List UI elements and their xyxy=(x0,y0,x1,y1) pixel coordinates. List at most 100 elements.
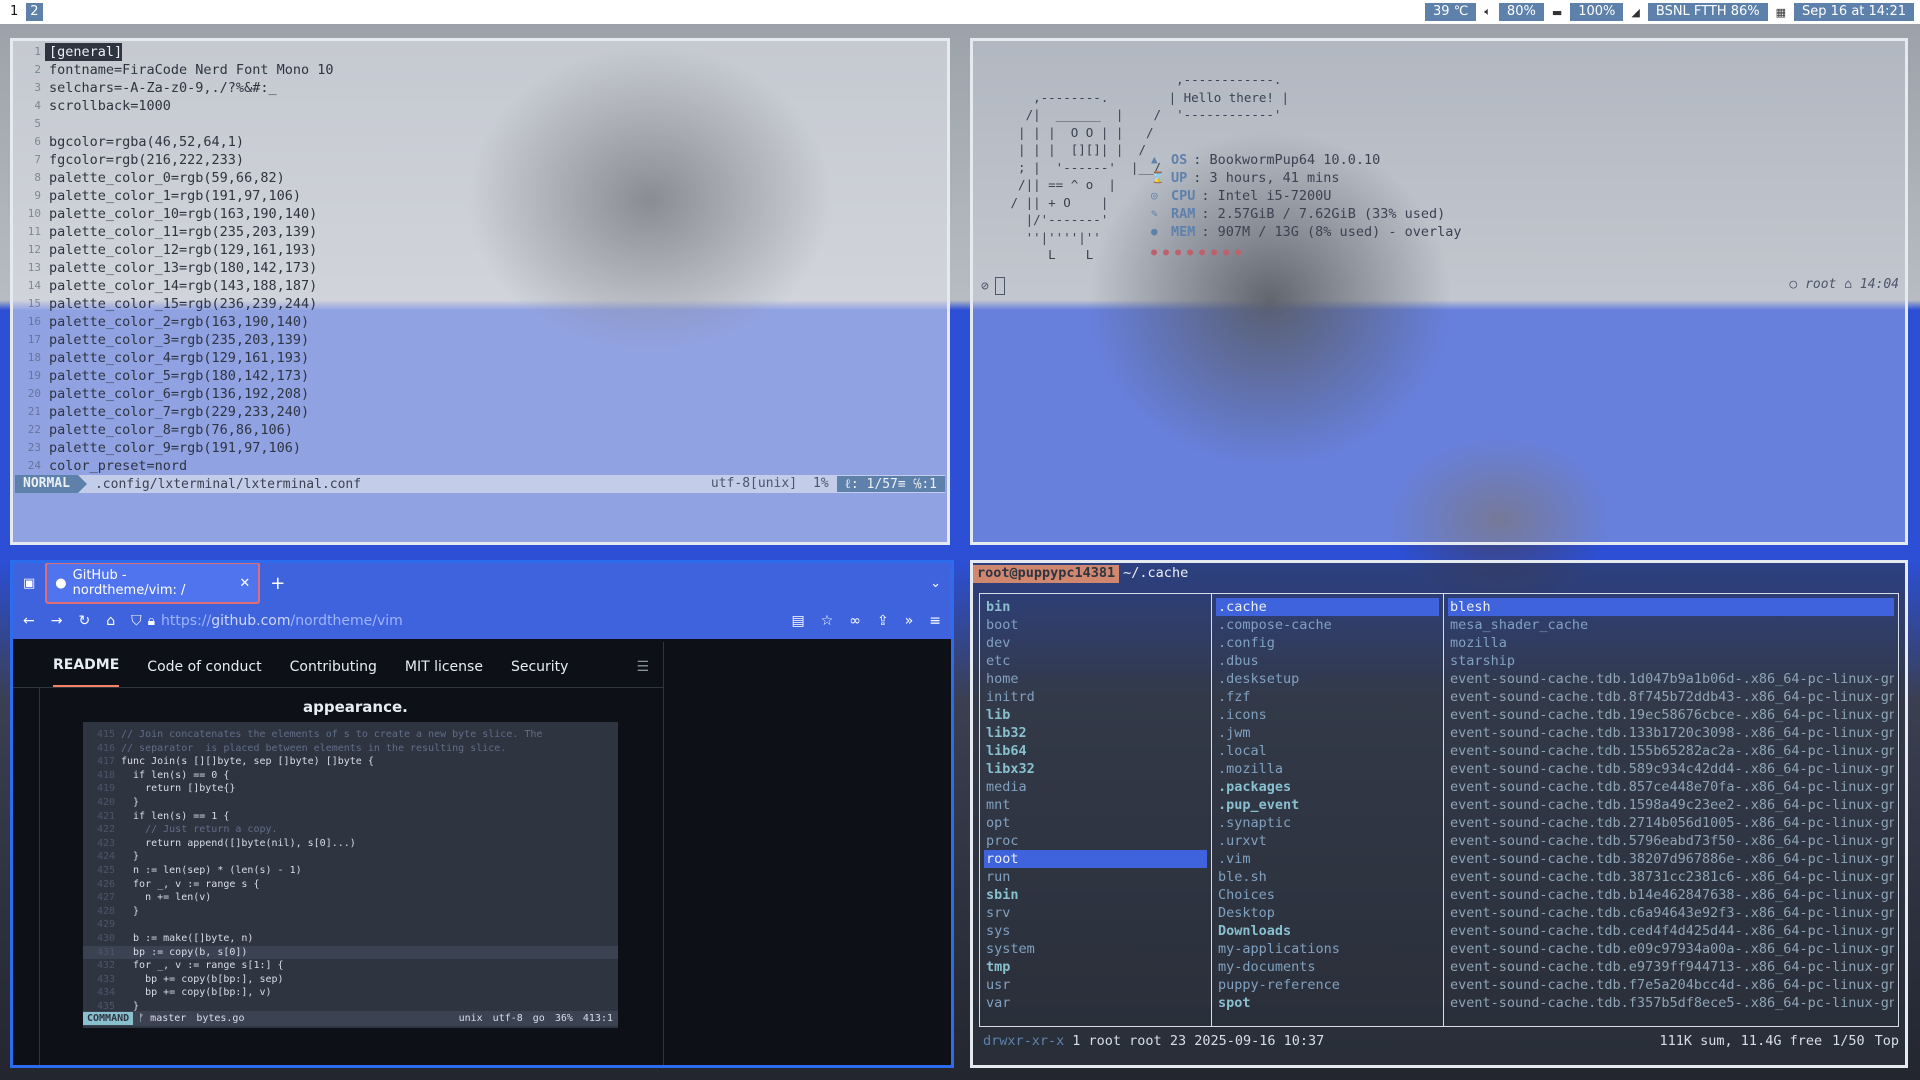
lock-icon[interactable]: 🔒︎ xyxy=(148,613,155,629)
brightness-indicator[interactable]: 100% xyxy=(1570,3,1624,21)
ranger-entry[interactable]: event-sound-cache.tdb.5796eabd73f50-.x86… xyxy=(1448,832,1894,850)
ranger-entry[interactable]: .icons xyxy=(1216,706,1439,724)
ranger-entry[interactable]: srv xyxy=(984,904,1207,922)
ranger-entry[interactable]: opt xyxy=(984,814,1207,832)
extension-icon[interactable]: ∞ xyxy=(849,613,861,629)
ranger-entry[interactable]: .vim xyxy=(1216,850,1439,868)
tab-list-icon[interactable]: ▣ xyxy=(23,576,35,591)
bookmark-star-icon[interactable]: ☆ xyxy=(821,613,834,629)
ranger-current-column[interactable]: .cache .compose-cache .config .dbus .deskset… xyxy=(1212,594,1444,1026)
shield-icon[interactable]: ⛉ xyxy=(131,613,142,629)
ranger-entry[interactable]: initrd xyxy=(984,688,1207,706)
ranger-entry[interactable]: root xyxy=(984,850,1207,868)
ranger-entry[interactable]: boot xyxy=(984,616,1207,634)
volume-indicator[interactable]: 80% xyxy=(1498,3,1544,21)
ranger-entry[interactable]: usr xyxy=(984,976,1207,994)
ranger-entry[interactable]: event-sound-cache.tdb.f357b5df8ece5-.x86… xyxy=(1448,994,1894,1012)
reload-icon[interactable]: ↻ xyxy=(78,613,90,629)
ranger-entry[interactable]: event-sound-cache.tdb.19ec58676cbce-.x86… xyxy=(1448,706,1894,724)
ranger-entry[interactable]: .desksetup xyxy=(1216,670,1439,688)
ranger-entry[interactable]: .dbus xyxy=(1216,652,1439,670)
ranger-entry[interactable]: Desktop xyxy=(1216,904,1439,922)
ranger-entry[interactable]: lib64 xyxy=(984,742,1207,760)
ranger-entry[interactable]: libx32 xyxy=(984,760,1207,778)
ranger-entry[interactable]: event-sound-cache.tdb.1598a49c23ee2-.x86… xyxy=(1448,796,1894,814)
ranger-entry[interactable]: media xyxy=(984,778,1207,796)
ranger-entry[interactable]: starship xyxy=(1448,652,1894,670)
home-icon[interactable]: ⌂ xyxy=(106,613,115,629)
ranger-entry[interactable]: .synaptic xyxy=(1216,814,1439,832)
ranger-entry[interactable]: Choices xyxy=(1216,886,1439,904)
ranger-entry[interactable]: tmp xyxy=(984,958,1207,976)
ranger-entry[interactable]: puppy-reference xyxy=(1216,976,1439,994)
ranger-entry[interactable]: sys xyxy=(984,922,1207,940)
ranger-entry[interactable]: proc xyxy=(984,832,1207,850)
ranger-entry[interactable]: spot xyxy=(1216,994,1439,1012)
ranger-entry[interactable]: .config xyxy=(1216,634,1439,652)
ranger-entry[interactable]: blesh xyxy=(1448,598,1894,616)
ranger-entry[interactable]: lib xyxy=(984,706,1207,724)
outline-list-icon[interactable]: ☰ xyxy=(636,659,649,687)
ranger-entry[interactable]: .cache xyxy=(1216,598,1439,616)
ranger-entry[interactable]: my-documents xyxy=(1216,958,1439,976)
ranger-entry[interactable]: event-sound-cache.tdb.e09c97934a00a-.x86… xyxy=(1448,940,1894,958)
share-icon[interactable]: ⇪ xyxy=(877,613,889,629)
ranger-entry[interactable]: event-sound-cache.tdb.857ce448e70fa-.x86… xyxy=(1448,778,1894,796)
ranger-entry[interactable]: .pup_event xyxy=(1216,796,1439,814)
browser-tab[interactable]: ● GitHub - nordtheme/vim: / ✕ xyxy=(45,563,261,604)
ranger-entry[interactable]: .fzf xyxy=(1216,688,1439,706)
ranger-entry[interactable]: bin xyxy=(984,598,1207,616)
hamburger-menu-icon[interactable]: ≡ xyxy=(929,613,941,629)
ranger-entry[interactable]: event-sound-cache.tdb.f7e5a204bcc4d-.x86… xyxy=(1448,976,1894,994)
ranger-entry[interactable]: home xyxy=(984,670,1207,688)
ranger-entry[interactable]: my-applications xyxy=(1216,940,1439,958)
ranger-entry[interactable]: mesa_shader_cache xyxy=(1448,616,1894,634)
tab-code-of-conduct[interactable]: Code of conduct xyxy=(147,659,261,687)
ranger-entry[interactable]: .packages xyxy=(1216,778,1439,796)
ranger-entry[interactable]: event-sound-cache.tdb.589c934c42dd4-.x86… xyxy=(1448,760,1894,778)
url-bar[interactable]: ⛉ 🔒︎ https://github.com/nordtheme/vim xyxy=(131,613,775,629)
overflow-icon[interactable]: » xyxy=(905,613,914,629)
close-tab-icon[interactable]: ✕ xyxy=(239,576,250,591)
new-tab-button[interactable]: + xyxy=(270,573,285,594)
ranger-entry[interactable]: .urxvt xyxy=(1216,832,1439,850)
forward-icon[interactable]: → xyxy=(51,613,63,629)
network-indicator[interactable]: BSNL FTTH 86% xyxy=(1647,3,1768,21)
tab-contributing[interactable]: Contributing xyxy=(290,659,377,687)
tab-readme[interactable]: README xyxy=(53,657,120,687)
clock[interactable]: Sep 16 at 14:21 xyxy=(1794,3,1914,21)
ranger-entry[interactable]: event-sound-cache.tdb.2714b056d1005-.x86… xyxy=(1448,814,1894,832)
fetch-terminal-window[interactable]: ,------------. ,--------. | Hello there!… xyxy=(970,38,1908,545)
browser-window[interactable]: ▣ ● GitHub - nordtheme/vim: / ✕ + ⌄ ← → … xyxy=(10,560,954,1068)
ranger-entry[interactable]: system xyxy=(984,940,1207,958)
vim-buffer[interactable]: 1 [general] 2 fontname=FiraCode Nerd Font M… xyxy=(15,43,945,475)
ranger-entry[interactable]: .compose-cache xyxy=(1216,616,1439,634)
ranger-entry[interactable]: event-sound-cache.tdb.38207d967886e-.x86… xyxy=(1448,850,1894,868)
ranger-parent-column[interactable]: bin boot dev etc home initrd lib lib32 lib64 libx… xyxy=(980,594,1212,1026)
shell-prompt[interactable]: ⊘ xyxy=(981,277,1005,295)
ranger-entry[interactable]: run xyxy=(984,868,1207,886)
chevron-down-icon[interactable]: ⌄ xyxy=(930,576,941,591)
ranger-entry[interactable]: etc xyxy=(984,652,1207,670)
ranger-entry[interactable]: event-sound-cache.tdb.1d047b9a1b06d-.x86… xyxy=(1448,670,1894,688)
back-icon[interactable]: ← xyxy=(23,613,35,629)
ranger-entry[interactable]: dev xyxy=(984,634,1207,652)
ranger-file-manager-window[interactable]: root@puppypc14381 ~/.cache bin boot dev etc… xyxy=(970,560,1908,1068)
ranger-entry[interactable]: event-sound-cache.tdb.e9739ff944713-.x86… xyxy=(1448,958,1894,976)
tab-license[interactable]: MIT license xyxy=(405,659,483,687)
ranger-entry[interactable]: .mozilla xyxy=(1216,760,1439,778)
ranger-entry[interactable]: event-sound-cache.tdb.133b1720c3098-.x86… xyxy=(1448,724,1894,742)
ranger-entry[interactable]: event-sound-cache.tdb.ced4f4d425d44-.x86… xyxy=(1448,922,1894,940)
ranger-entry[interactable]: ble.sh xyxy=(1216,868,1439,886)
vim-terminal-window[interactable]: 1 [general] 2 fontname=FiraCode Nerd Font M… xyxy=(10,38,950,545)
ranger-entry[interactable]: event-sound-cache.tdb.155b65282ac2a-.x86… xyxy=(1448,742,1894,760)
ranger-entry[interactable]: var xyxy=(984,994,1207,1012)
ranger-preview-column[interactable]: blesh mesa_shader_cache mozilla starship eve… xyxy=(1444,594,1898,1026)
ranger-entry[interactable]: Downloads xyxy=(1216,922,1439,940)
ranger-entry[interactable]: lib32 xyxy=(984,724,1207,742)
ranger-entry[interactable]: event-sound-cache.tdb.c6a94643e92f3-.x86… xyxy=(1448,904,1894,922)
ranger-entry[interactable]: sbin xyxy=(984,886,1207,904)
ranger-entry[interactable]: event-sound-cache.tdb.8f745b72ddb43-.x86… xyxy=(1448,688,1894,706)
ranger-entry[interactable]: mozilla xyxy=(1448,634,1894,652)
ranger-entry[interactable]: event-sound-cache.tdb.38731cc2381c6-.x86… xyxy=(1448,868,1894,886)
